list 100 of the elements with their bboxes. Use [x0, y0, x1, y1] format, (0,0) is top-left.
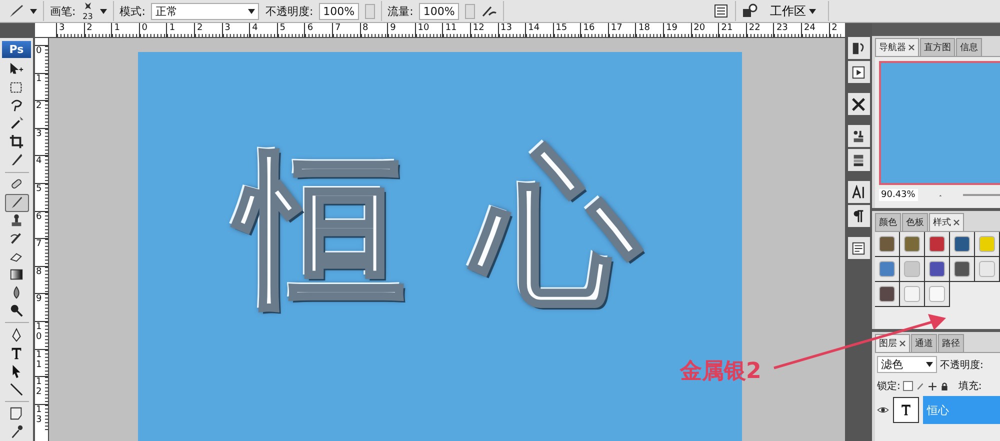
- panel-tab[interactable]: 通道: [911, 334, 937, 352]
- style-swatch[interactable]: [930, 262, 944, 276]
- ruler-number: 6: [36, 212, 42, 222]
- ruler-number: 9: [36, 294, 42, 304]
- brush-icon: [9, 195, 24, 210]
- style-swatch[interactable]: [980, 237, 994, 251]
- ruler-number: 10: [418, 23, 430, 33]
- style-swatch[interactable]: [980, 262, 994, 276]
- panel-tab[interactable]: 图层: [875, 334, 910, 352]
- ruler-number: 10: [36, 322, 42, 342]
- panel-tab[interactable]: 导航器: [875, 38, 919, 56]
- ruler-number: 9: [390, 23, 396, 33]
- ruler-number: 3: [224, 23, 230, 33]
- ruler-number: 13: [500, 23, 512, 33]
- ruler-number: 8: [362, 23, 368, 33]
- paragraph-icon: [851, 208, 866, 224]
- ruler-number: 1: [169, 23, 176, 33]
- marquee-icon: [9, 80, 24, 96]
- ruler-number: 4: [252, 23, 258, 33]
- style-swatch[interactable]: [930, 287, 944, 301]
- line-icon: [9, 382, 24, 397]
- opacity-field[interactable]: 100%: [319, 2, 359, 20]
- slice-icon: [9, 152, 24, 168]
- close-icon[interactable]: [953, 219, 960, 226]
- ruler-number: 2: [832, 23, 838, 33]
- opacity-label: 不透明度:: [265, 4, 314, 18]
- actions-panel-button[interactable]: [848, 61, 870, 83]
- style-swatch[interactable]: [955, 262, 969, 276]
- panel-tab[interactable]: 直方图: [920, 38, 955, 56]
- ruler-number: 24: [804, 23, 816, 33]
- eyedropper-icon: [9, 424, 24, 440]
- blend-mode-dropdown[interactable]: 滤色: [877, 356, 937, 373]
- caret-icon: [30, 8, 37, 14]
- close-icon[interactable]: [908, 44, 915, 51]
- style-swatch[interactable]: [905, 287, 919, 301]
- wand-icon: [9, 116, 24, 132]
- ruler-number: 6: [307, 23, 314, 33]
- stamp-icon: [9, 212, 24, 228]
- opacity-label: 不透明度:: [940, 358, 984, 372]
- style-swatch[interactable]: [880, 237, 894, 251]
- panel-tab[interactable]: 路径: [938, 334, 964, 352]
- style-swatch[interactable]: [905, 262, 919, 276]
- clone-icon: [851, 128, 866, 144]
- comps-panel-button[interactable]: [848, 149, 870, 171]
- ruler-number: 15: [556, 23, 568, 33]
- ruler-number: 7: [334, 23, 341, 33]
- dodge-icon: [9, 302, 24, 318]
- gradient-icon: [9, 266, 24, 282]
- ruler-number: 22: [748, 23, 760, 33]
- type-icon: [899, 403, 913, 417]
- style-swatch[interactable]: [930, 237, 944, 251]
- caret-icon: [248, 8, 256, 14]
- ruler-number: 0: [142, 23, 148, 33]
- style-swatch[interactable]: [955, 237, 969, 251]
- history-panel-button[interactable]: [848, 37, 870, 59]
- note-icon: [9, 406, 24, 422]
- ruler-number: 23: [776, 23, 788, 33]
- workspace-button[interactable]: 工作区: [764, 2, 822, 20]
- crop-icon: [9, 134, 24, 150]
- history-icon: [851, 40, 866, 56]
- ruler-number: 12: [472, 23, 484, 33]
- brush-tool[interactable]: [4, 194, 28, 212]
- ruler-number: 11: [36, 350, 42, 370]
- style-swatch[interactable]: [880, 262, 894, 276]
- notes-panel-button[interactable]: [848, 237, 870, 259]
- style-swatch[interactable]: [880, 287, 894, 301]
- ruler-number: 13: [36, 404, 42, 425]
- character-panel-button[interactable]: [848, 181, 870, 203]
- mode-dropdown[interactable]: 正常: [151, 2, 260, 20]
- ruler-number: 17: [610, 23, 622, 33]
- tools-panel-button[interactable]: [848, 93, 870, 115]
- close-icon[interactable]: [899, 340, 906, 347]
- caret-icon: [100, 8, 107, 14]
- ruler-number: 16: [583, 23, 595, 33]
- ruler-number: 19: [666, 23, 678, 33]
- character-icon: [851, 184, 866, 200]
- clone-panel-button[interactable]: [848, 125, 870, 147]
- panel-tab[interactable]: 信息: [956, 38, 982, 56]
- ruler-number: 0: [36, 46, 42, 56]
- lock-label: 锁定:: [877, 380, 900, 393]
- ruler-number: 1: [114, 23, 120, 33]
- caret-icon: [926, 362, 933, 367]
- zoom-field[interactable]: 90.43%: [879, 189, 918, 201]
- flow-field[interactable]: 100%: [419, 2, 459, 20]
- ruler-number: 2: [86, 23, 92, 33]
- slider-popup-button[interactable]: [364, 4, 375, 18]
- panel-tab[interactable]: 色板: [902, 213, 928, 231]
- panel-tab[interactable]: 颜色: [875, 213, 901, 231]
- lock-transparency-icon[interactable]: [903, 381, 914, 391]
- ruler-number: 18: [638, 23, 650, 33]
- ruler-number: 3: [36, 128, 42, 139]
- panel-tab[interactable]: 样式: [929, 213, 964, 231]
- ruler-number: 14: [528, 23, 540, 33]
- brush-size: 23: [82, 13, 93, 21]
- paragraph-panel-button[interactable]: [848, 205, 870, 227]
- ruler-number: 2: [196, 23, 203, 33]
- type-icon: [9, 346, 24, 361]
- style-swatch[interactable]: [905, 237, 919, 251]
- ruler-number: 7: [36, 239, 42, 250]
- slider-popup-button[interactable]: [464, 4, 475, 18]
